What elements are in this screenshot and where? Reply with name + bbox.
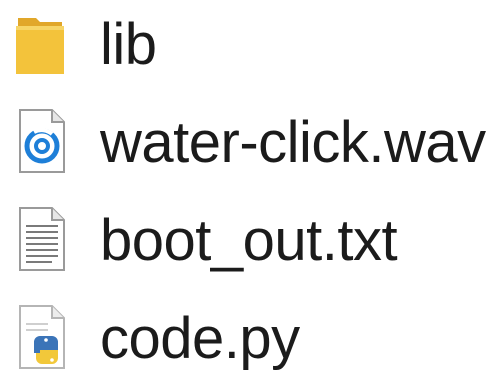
audio-file-icon <box>12 104 70 176</box>
file-item-water-click-wav[interactable]: water-click.wav <box>0 98 499 194</box>
text-file-icon <box>12 202 70 274</box>
file-item-boot-out-txt[interactable]: boot_out.txt <box>0 196 499 292</box>
file-item-code-py[interactable]: code.py <box>0 294 499 388</box>
python-file-icon <box>12 300 70 372</box>
file-name: boot_out.txt <box>100 208 398 273</box>
file-item-lib[interactable]: lib <box>0 0 499 96</box>
file-name: code.py <box>100 306 300 371</box>
file-name: water-click.wav <box>100 110 486 175</box>
file-list: lib water-click.wav boot_out.txt code.py <box>0 0 499 388</box>
file-name: lib <box>100 12 157 77</box>
folder-icon <box>12 6 70 78</box>
